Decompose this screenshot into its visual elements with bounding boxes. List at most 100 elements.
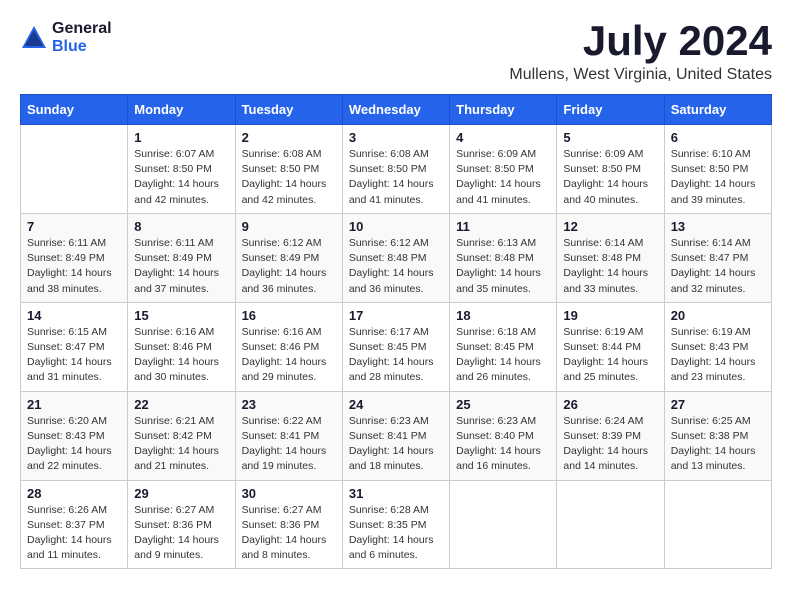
day-number: 10 (349, 219, 443, 234)
calendar-cell (450, 480, 557, 569)
day-number: 28 (27, 486, 121, 501)
calendar-cell: 12 Sunrise: 6:14 AM Sunset: 8:48 PM Dayli… (557, 213, 664, 302)
logo: General Blue (20, 20, 112, 55)
day-number: 24 (349, 397, 443, 412)
calendar-cell: 4 Sunrise: 6:09 AM Sunset: 8:50 PM Daylig… (450, 125, 557, 214)
day-info: Sunrise: 6:09 AM Sunset: 8:50 PM Dayligh… (456, 147, 550, 208)
logo-blue: Blue (52, 38, 112, 56)
calendar-cell: 19 Sunrise: 6:19 AM Sunset: 8:44 PM Dayli… (557, 302, 664, 391)
calendar-cell: 13 Sunrise: 6:14 AM Sunset: 8:47 PM Dayli… (664, 213, 771, 302)
week-row-5: 28 Sunrise: 6:26 AM Sunset: 8:37 PM Dayli… (21, 480, 772, 569)
day-info: Sunrise: 6:16 AM Sunset: 8:46 PM Dayligh… (134, 325, 228, 386)
day-info: Sunrise: 6:14 AM Sunset: 8:48 PM Dayligh… (563, 236, 657, 297)
calendar-cell: 5Sunrise: 6:09 AM Sunset: 8:50 PM Daylig… (557, 125, 664, 214)
calendar-cell (21, 125, 128, 214)
week-row-3: 14Sunrise: 6:15 AM Sunset: 8:47 PM Dayli… (21, 302, 772, 391)
title-section: July 2024 Mullens, West Virginia, United… (509, 20, 772, 84)
day-info: Sunrise: 6:18 AM Sunset: 8:45 PM Dayligh… (456, 325, 550, 386)
day-number: 20 (671, 308, 765, 323)
day-info: Sunrise: 6:23 AM Sunset: 8:40 PM Dayligh… (456, 414, 550, 475)
day-number: 23 (242, 397, 336, 412)
day-number: 30 (242, 486, 336, 501)
day-number: 3 (349, 130, 443, 145)
calendar-cell: 31 Sunrise: 6:28 AM Sunset: 8:35 PM Dayli… (342, 480, 449, 569)
calendar-cell: 24Sunrise: 6:23 AM Sunset: 8:41 PM Dayli… (342, 391, 449, 480)
day-info: Sunrise: 6:19 AM Sunset: 8:43 PM Dayligh… (671, 325, 765, 386)
weekday-header-sunday: Sunday (21, 95, 128, 125)
day-info: Sunrise: 6:12 AM Sunset: 8:48 PM Dayligh… (349, 236, 443, 297)
calendar-cell: 20 Sunrise: 6:19 AM Sunset: 8:43 PM Dayli… (664, 302, 771, 391)
week-row-1: 1Sunrise: 6:07 AM Sunset: 8:50 PM Daylig… (21, 125, 772, 214)
day-info: Sunrise: 6:11 AM Sunset: 8:49 PM Dayligh… (134, 236, 228, 297)
calendar-cell: 18 Sunrise: 6:18 AM Sunset: 8:45 PM Dayli… (450, 302, 557, 391)
day-info: Sunrise: 6:21 AM Sunset: 8:42 PM Dayligh… (134, 414, 228, 475)
calendar-cell: 3Sunrise: 6:08 AM Sunset: 8:50 PM Daylig… (342, 125, 449, 214)
day-number: 7 (27, 219, 121, 234)
day-info: Sunrise: 6:28 AM Sunset: 8:35 PM Dayligh… (349, 503, 443, 564)
calendar-cell: 10 Sunrise: 6:12 AM Sunset: 8:48 PM Dayli… (342, 213, 449, 302)
day-number: 22 (134, 397, 228, 412)
weekday-header-thursday: Thursday (450, 95, 557, 125)
calendar-cell: 23Sunrise: 6:22 AM Sunset: 8:41 PM Dayli… (235, 391, 342, 480)
calendar-cell: 30 Sunrise: 6:27 AM Sunset: 8:36 PM Dayli… (235, 480, 342, 569)
calendar-cell: 15 Sunrise: 6:16 AM Sunset: 8:46 PM Dayli… (128, 302, 235, 391)
day-info: Sunrise: 6:10 AM Sunset: 8:50 PM Dayligh… (671, 147, 765, 208)
day-number: 19 (563, 308, 657, 323)
day-number: 1 (134, 130, 228, 145)
calendar-cell: 8 Sunrise: 6:11 AM Sunset: 8:49 PM Daylig… (128, 213, 235, 302)
weekday-header-friday: Friday (557, 95, 664, 125)
day-info: Sunrise: 6:11 AM Sunset: 8:49 PM Dayligh… (27, 236, 121, 297)
weekday-header-saturday: Saturday (664, 95, 771, 125)
day-info: Sunrise: 6:20 AM Sunset: 8:43 PM Dayligh… (27, 414, 121, 475)
day-number: 11 (456, 219, 550, 234)
day-info: Sunrise: 6:19 AM Sunset: 8:44 PM Dayligh… (563, 325, 657, 386)
day-number: 16 (242, 308, 336, 323)
calendar-cell: 7 Sunrise: 6:11 AM Sunset: 8:49 PM Daylig… (21, 213, 128, 302)
calendar-cell: 27Sunrise: 6:25 AM Sunset: 8:38 PM Dayli… (664, 391, 771, 480)
day-info: Sunrise: 6:13 AM Sunset: 8:48 PM Dayligh… (456, 236, 550, 297)
calendar-cell: 25 Sunrise: 6:23 AM Sunset: 8:40 PM Dayli… (450, 391, 557, 480)
day-info: Sunrise: 6:12 AM Sunset: 8:49 PM Dayligh… (242, 236, 336, 297)
day-info: Sunrise: 6:27 AM Sunset: 8:36 PM Dayligh… (134, 503, 228, 564)
day-info: Sunrise: 6:17 AM Sunset: 8:45 PM Dayligh… (349, 325, 443, 386)
day-number: 15 (134, 308, 228, 323)
calendar-cell: 21Sunrise: 6:20 AM Sunset: 8:43 PM Dayli… (21, 391, 128, 480)
day-info: Sunrise: 6:08 AM Sunset: 8:50 PM Dayligh… (242, 147, 336, 208)
day-number: 2 (242, 130, 336, 145)
calendar-cell (557, 480, 664, 569)
calendar-cell: 28 Sunrise: 6:26 AM Sunset: 8:37 PM Dayli… (21, 480, 128, 569)
calendar-cell: 2 Sunrise: 6:08 AM Sunset: 8:50 PM Daylig… (235, 125, 342, 214)
day-info: Sunrise: 6:25 AM Sunset: 8:38 PM Dayligh… (671, 414, 765, 475)
calendar-cell: 9 Sunrise: 6:12 AM Sunset: 8:49 PM Daylig… (235, 213, 342, 302)
day-number: 12 (563, 219, 657, 234)
day-number: 17 (349, 308, 443, 323)
subtitle: Mullens, West Virginia, United States (509, 66, 772, 84)
day-number: 14 (27, 308, 121, 323)
calendar-cell (664, 480, 771, 569)
day-info: Sunrise: 6:27 AM Sunset: 8:36 PM Dayligh… (242, 503, 336, 564)
day-number: 31 (349, 486, 443, 501)
main-title: July 2024 (509, 20, 772, 62)
day-info: Sunrise: 6:09 AM Sunset: 8:50 PM Dayligh… (563, 147, 657, 208)
week-row-2: 7 Sunrise: 6:11 AM Sunset: 8:49 PM Daylig… (21, 213, 772, 302)
day-number: 18 (456, 308, 550, 323)
day-info: Sunrise: 6:26 AM Sunset: 8:37 PM Dayligh… (27, 503, 121, 564)
week-row-4: 21Sunrise: 6:20 AM Sunset: 8:43 PM Dayli… (21, 391, 772, 480)
day-info: Sunrise: 6:16 AM Sunset: 8:46 PM Dayligh… (242, 325, 336, 386)
day-info: Sunrise: 6:14 AM Sunset: 8:47 PM Dayligh… (671, 236, 765, 297)
calendar-cell: 14Sunrise: 6:15 AM Sunset: 8:47 PM Dayli… (21, 302, 128, 391)
day-number: 9 (242, 219, 336, 234)
calendar-cell: 26Sunrise: 6:24 AM Sunset: 8:39 PM Dayli… (557, 391, 664, 480)
calendar-cell: 6 Sunrise: 6:10 AM Sunset: 8:50 PM Daylig… (664, 125, 771, 214)
logo-text: General Blue (52, 20, 112, 55)
day-number: 6 (671, 130, 765, 145)
calendar-cell: 29Sunrise: 6:27 AM Sunset: 8:36 PM Dayli… (128, 480, 235, 569)
logo-general: General (52, 20, 112, 38)
calendar-cell: 22 Sunrise: 6:21 AM Sunset: 8:42 PM Dayli… (128, 391, 235, 480)
logo-icon (20, 24, 48, 52)
calendar-table: SundayMondayTuesdayWednesdayThursdayFrid… (20, 94, 772, 569)
day-number: 4 (456, 130, 550, 145)
day-number: 8 (134, 219, 228, 234)
day-number: 13 (671, 219, 765, 234)
day-number: 25 (456, 397, 550, 412)
